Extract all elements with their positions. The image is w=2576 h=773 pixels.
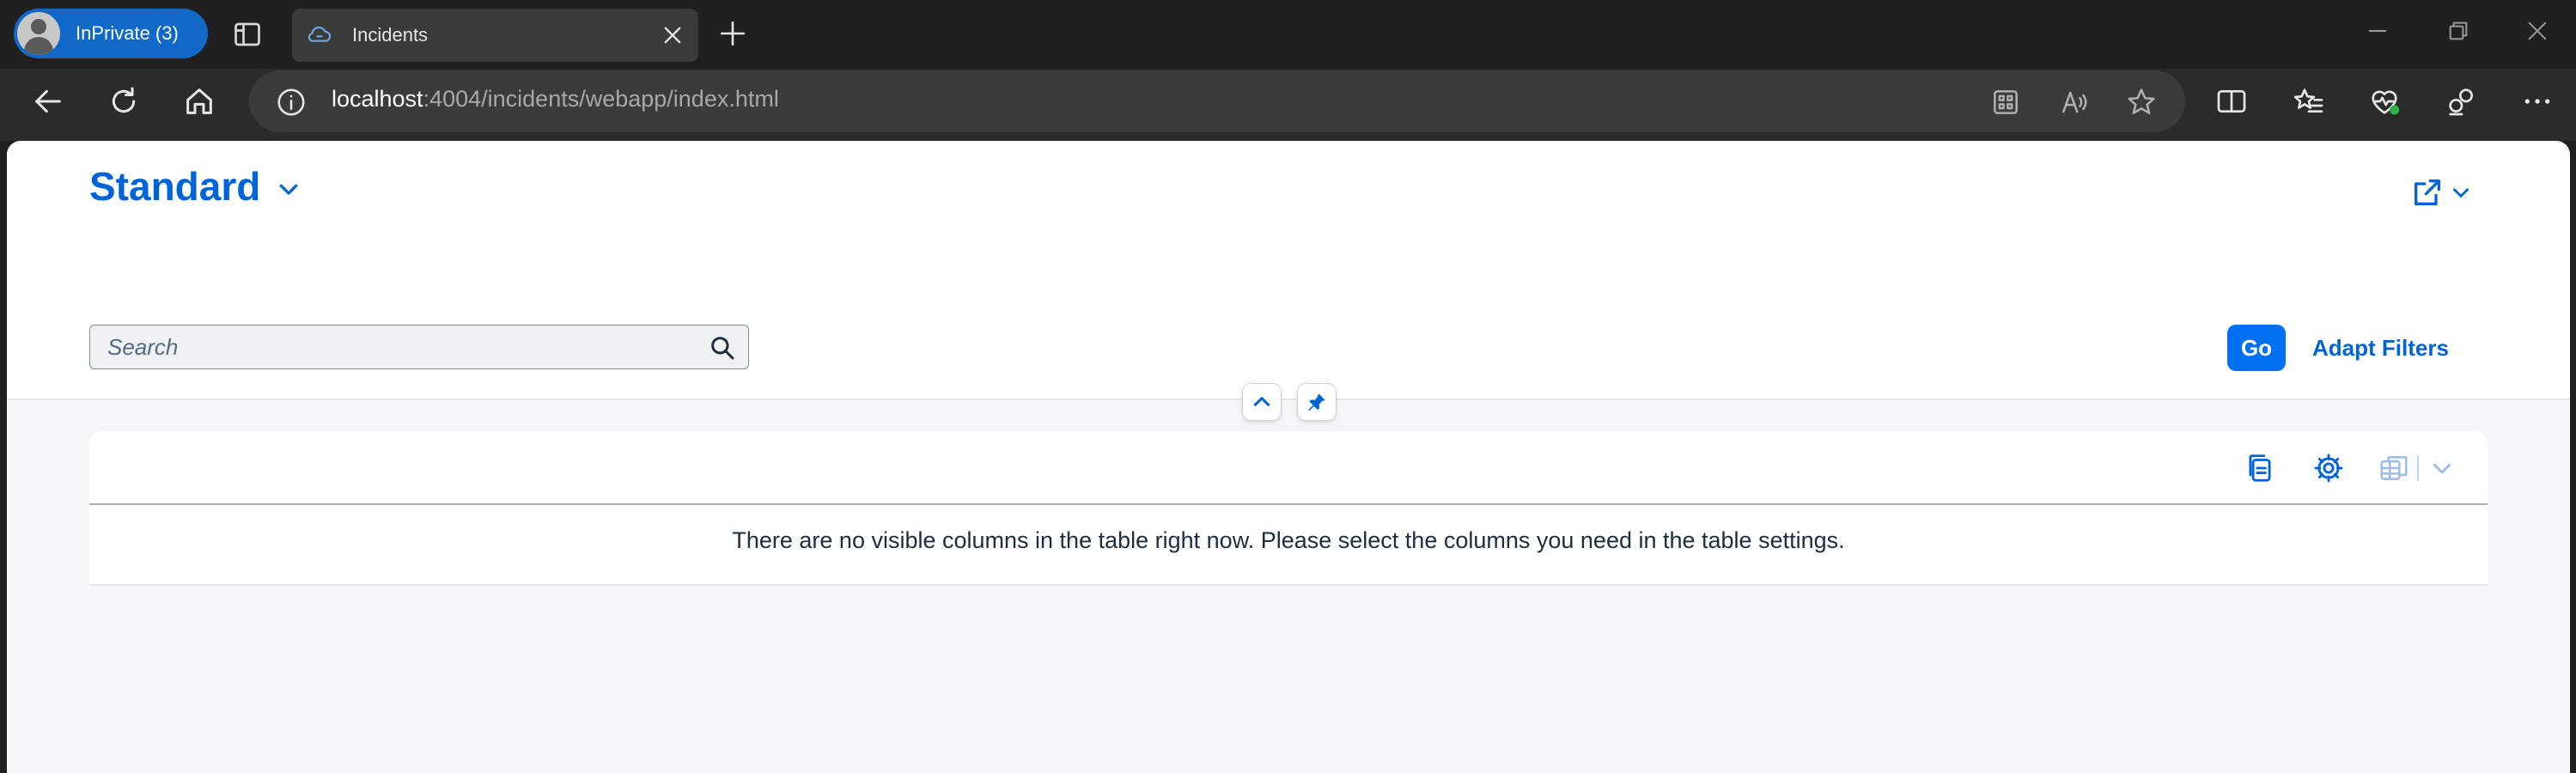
home-icon[interactable] [182, 84, 216, 119]
chevron-up-icon [1253, 397, 1270, 406]
favorites-icon[interactable] [2292, 84, 2326, 119]
more-options-icon[interactable] [2520, 84, 2555, 119]
extensions-icon[interactable] [2445, 84, 2479, 119]
chevron-down-icon [2433, 463, 2451, 474]
minimize-icon[interactable] [2364, 17, 2391, 45]
back-icon[interactable] [31, 84, 65, 119]
read-aloud-icon[interactable] [2058, 86, 2091, 119]
empty-table-message: There are no visible columns in the tabl… [732, 527, 1845, 553]
profile-button[interactable]: InPrivate (3) [14, 9, 208, 58]
toolbar-separator [2417, 455, 2419, 481]
info-icon[interactable] [275, 86, 308, 119]
refresh-icon[interactable] [107, 84, 141, 119]
browser-tab[interactable]: Incidents [292, 9, 698, 62]
tab-title: Incidents [352, 24, 429, 46]
go-button[interactable]: Go [2227, 325, 2286, 371]
table-card: There are no visible columns in the tabl… [89, 431, 2488, 586]
share-menu-button[interactable] [2410, 175, 2472, 210]
url-path: :4004/incidents/webapp/index.html [423, 86, 779, 112]
split-screen-icon[interactable] [2214, 84, 2249, 119]
search-input[interactable] [90, 326, 691, 368]
table-toolbar [89, 431, 2488, 505]
tab-actions-icon[interactable] [232, 19, 263, 50]
restore-icon[interactable] [2445, 17, 2472, 45]
new-tab-icon[interactable] [718, 19, 747, 48]
copy-icon[interactable] [2244, 452, 2276, 484]
browser-essentials-icon[interactable] [2367, 84, 2402, 119]
collapse-header-button[interactable] [1242, 383, 1282, 421]
export-spreadsheet-icon [2380, 456, 2408, 480]
search-field[interactable] [89, 325, 749, 369]
chevron-down-icon[interactable] [2450, 181, 2472, 204]
browser-title-bar: InPrivate (3) Incidents [0, 0, 2576, 69]
close-icon[interactable] [661, 23, 685, 47]
avatar [17, 12, 60, 55]
settings-gear-icon[interactable] [2312, 452, 2345, 484]
url-host: localhost [332, 86, 423, 112]
address-bar[interactable]: localhost:4004/incidents/webapp/index.ht… [249, 70, 2185, 132]
share-icon[interactable] [2410, 175, 2445, 210]
favorite-star-icon[interactable] [2125, 86, 2158, 119]
pin-header-button[interactable] [1297, 383, 1337, 421]
cloud-icon [308, 26, 331, 42]
pin-icon [1308, 393, 1325, 411]
web-page: Standard Go Adapt Filters There are no v… [7, 141, 2570, 773]
profile-label: InPrivate (3) [76, 22, 179, 44]
apps-icon[interactable] [1989, 86, 2022, 119]
variant-management[interactable]: Standard [89, 163, 301, 210]
page-title[interactable]: Standard [89, 163, 260, 210]
search-icon[interactable] [709, 334, 736, 362]
filter-bar-header: Standard Go Adapt Filters [7, 141, 2570, 400]
chevron-down-icon[interactable] [276, 176, 301, 202]
close-window-icon[interactable] [2524, 17, 2551, 45]
adapt-filters-button[interactable]: Adapt Filters [2312, 335, 2449, 362]
url-text[interactable]: localhost:4004/incidents/webapp/index.ht… [332, 86, 779, 113]
